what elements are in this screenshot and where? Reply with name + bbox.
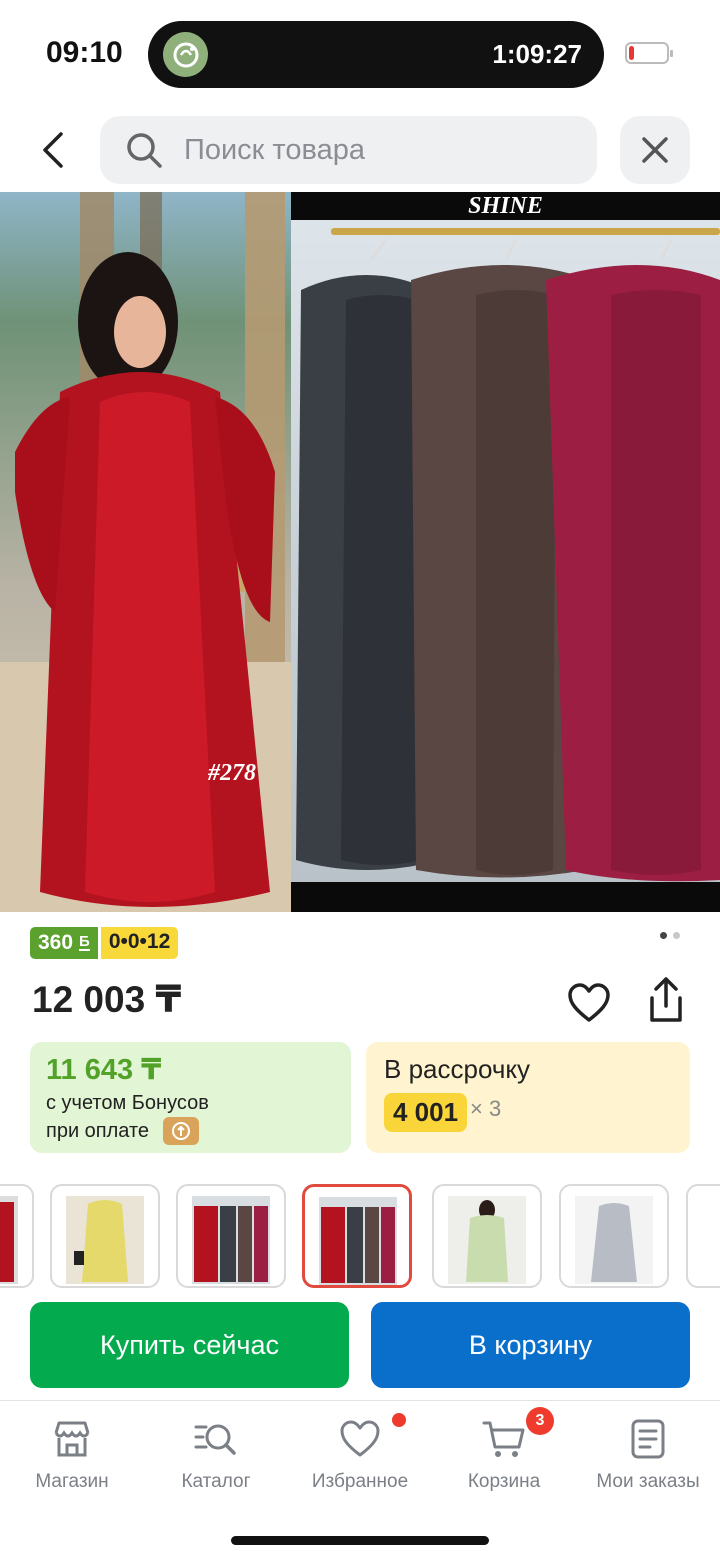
close-icon bbox=[642, 137, 668, 163]
bonus-badge-value: 360 bbox=[38, 931, 74, 954]
thumb-red-rack-selected[interactable] bbox=[302, 1184, 412, 1288]
battery-icon bbox=[625, 42, 673, 64]
thumb-grey-dress[interactable] bbox=[559, 1184, 669, 1288]
bonus-price: 11 643 ₸ bbox=[46, 1054, 162, 1086]
bonus-line-2: при оплате bbox=[46, 1120, 150, 1142]
bonus-mark: Б bbox=[79, 933, 90, 951]
thumb-red-rack[interactable] bbox=[176, 1184, 286, 1288]
clear-search-button[interactable] bbox=[620, 116, 690, 184]
thumb-green-set[interactable] bbox=[432, 1184, 542, 1288]
payment-app-icon bbox=[163, 1117, 199, 1145]
tab-catalog-label: Каталог bbox=[181, 1471, 251, 1492]
pager-dot-active bbox=[660, 932, 667, 939]
brand-label: SHINE bbox=[468, 193, 543, 219]
tab-store[interactable]: Магазин bbox=[0, 1417, 144, 1497]
photo-model-red-set: #278 bbox=[0, 192, 291, 912]
timer-app-icon bbox=[163, 32, 208, 77]
gallery-pager bbox=[660, 932, 680, 939]
promo-badges: 360 Б 0•0•12 bbox=[30, 927, 179, 959]
tab-orders[interactable]: Мои заказы bbox=[576, 1417, 720, 1497]
island-timer: 1:09:27 bbox=[492, 39, 582, 69]
dynamic-island[interactable]: 1:09:27 bbox=[148, 21, 604, 88]
bonus-price-card[interactable]: 11 643 ₸ с учетом Бонусов при оплате bbox=[30, 1042, 351, 1153]
tab-catalog[interactable]: Каталог bbox=[144, 1417, 288, 1497]
cart-icon bbox=[482, 1421, 525, 1457]
tab-orders-label: Мои заказы bbox=[596, 1471, 700, 1492]
search-placeholder: Поиск товара bbox=[184, 134, 365, 166]
product-price: 12 003 ₸ bbox=[32, 979, 182, 1020]
photo-rack-three-colors: SHINE bbox=[291, 192, 720, 912]
tab-cart[interactable]: Корзина bbox=[432, 1417, 576, 1497]
status-bar: 09:10 1:09:27 bbox=[0, 0, 720, 100]
search-input[interactable]: Поиск товара bbox=[100, 116, 597, 184]
heart-icon[interactable] bbox=[566, 980, 612, 1026]
chevron-left-icon bbox=[43, 132, 63, 168]
battery-level bbox=[629, 46, 634, 60]
installment-title: В рассрочку bbox=[384, 1054, 531, 1084]
share-icon[interactable] bbox=[643, 976, 689, 1026]
tab-store-label: Магазин bbox=[35, 1471, 109, 1492]
buy-now-button[interactable]: Купить сейчас bbox=[30, 1302, 349, 1388]
back-button[interactable] bbox=[30, 126, 78, 174]
favorites-notification-dot bbox=[392, 1413, 406, 1427]
add-to-cart-button[interactable]: В корзину bbox=[371, 1302, 690, 1388]
installment-amount: 4 001 bbox=[384, 1093, 468, 1132]
search-header: Поиск товара bbox=[0, 100, 720, 192]
status-clock: 09:10 bbox=[46, 36, 123, 69]
cart-count-badge: 3 bbox=[526, 1407, 554, 1435]
home-indicator[interactable] bbox=[231, 1536, 489, 1545]
thumbnail-strip[interactable] bbox=[0, 1184, 720, 1288]
search-icon bbox=[127, 133, 162, 168]
catalog-search-icon bbox=[194, 1424, 236, 1455]
tab-favorites[interactable]: Избранное bbox=[288, 1417, 432, 1497]
thumb-red-partial[interactable] bbox=[0, 1184, 34, 1288]
installment-card[interactable]: В рассрочку 4 001 bbox=[366, 1042, 690, 1153]
tab-favorites-label: Избранное bbox=[311, 1471, 409, 1492]
thumb-yellow-set[interactable] bbox=[50, 1184, 160, 1288]
tab-cart-label: Корзина bbox=[467, 1471, 541, 1492]
bonus-badge: 360 Б bbox=[30, 927, 98, 959]
bonus-line-1: с учетом Бонусов bbox=[46, 1092, 209, 1114]
credit-badge: 0•0•12 bbox=[100, 927, 179, 959]
heart-icon bbox=[340, 1420, 380, 1457]
thumb-partial[interactable] bbox=[686, 1184, 720, 1288]
product-tag-label: #278 bbox=[208, 760, 256, 786]
pager-dot bbox=[673, 932, 680, 939]
product-gallery[interactable]: #278 SHINE bbox=[0, 192, 720, 912]
orders-icon bbox=[631, 1419, 665, 1459]
installment-multiplier: × 3 bbox=[470, 1096, 502, 1121]
store-icon bbox=[54, 1421, 90, 1457]
